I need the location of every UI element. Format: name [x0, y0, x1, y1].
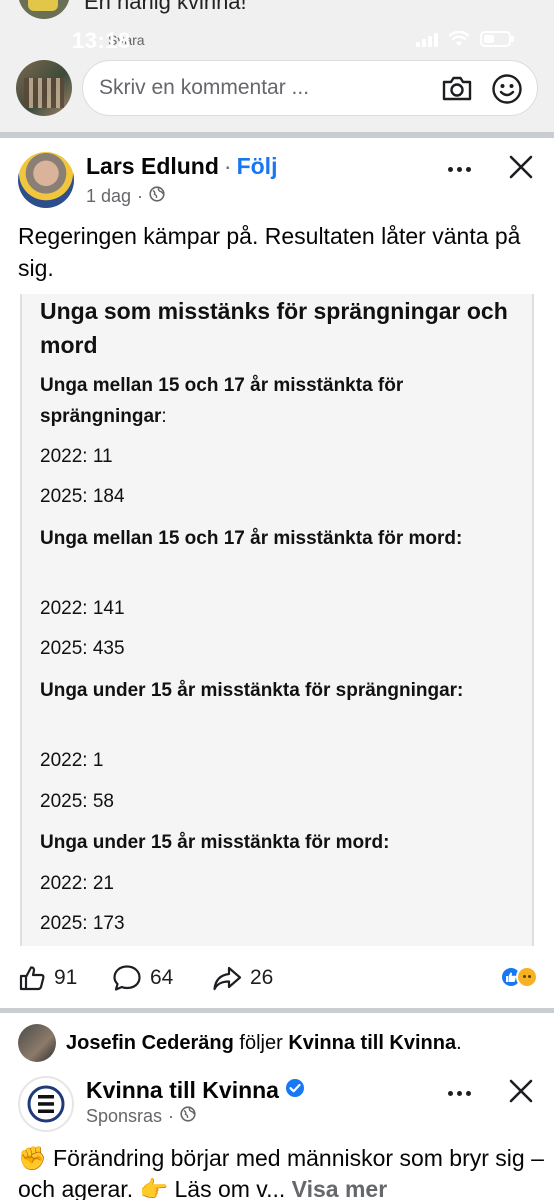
- ad-text: ✊ Förändring börjar med människor som br…: [18, 1143, 548, 1200]
- comment-count: 64: [150, 966, 174, 989]
- friend-activity: Josefin Cederäng följer Kvinna till Kvin…: [18, 1024, 462, 1062]
- shared-article-card[interactable]: Unga som misstänks för sprängningar och …: [0, 294, 554, 946]
- friend-activity-text: Josefin Cederäng följer Kvinna till Kvin…: [66, 1032, 462, 1055]
- article-value: 2022: 141: [40, 598, 125, 619]
- like-icon: [19, 966, 45, 991]
- section-heading-text: Unga mellan 15 och 17 år misstänkta för …: [40, 375, 404, 427]
- previous-comment-avatar[interactable]: [18, 0, 70, 19]
- share-count: 26: [250, 966, 274, 989]
- globe-icon: [149, 186, 165, 207]
- camera-icon[interactable]: [441, 73, 473, 108]
- verified-badge-icon: [285, 1077, 305, 1104]
- globe-icon: [180, 1106, 196, 1127]
- meta-separator: ·: [168, 1106, 175, 1126]
- article-value: 2025: 435: [40, 638, 125, 659]
- status-time: 13:18: [72, 28, 131, 53]
- reaction-bar: 91 64 26: [0, 948, 554, 1010]
- article-value: 2025: 184: [40, 486, 125, 507]
- post-meta: 1 dag ·: [86, 186, 165, 207]
- article-section-heading: Unga mellan 15 och 17 år misstänkta för …: [40, 370, 520, 432]
- comment-bubble-icon: [113, 965, 141, 991]
- org-name[interactable]: Kvinna till Kvinna: [86, 1077, 279, 1104]
- org-logo-icon: [27, 1085, 65, 1123]
- comment-composer: Skriv en kommentar ...: [16, 60, 540, 116]
- article-section-heading: Unga mellan 15 och 17 år misstänkta för …: [40, 523, 520, 554]
- post-options-icon[interactable]: [442, 154, 476, 184]
- follow-button[interactable]: Följ: [237, 153, 278, 180]
- article-value: 2022: 21: [40, 873, 114, 894]
- section-heading-text: Unga mellan 15 och 17 år misstänkta för …: [40, 528, 463, 549]
- status-icons: [416, 30, 516, 48]
- friend-name[interactable]: Josefin Cederäng: [66, 1032, 234, 1054]
- section-heading-text: Unga under 15 år misstänkta för sprängni…: [40, 680, 464, 701]
- cellular-signal-icon: [416, 31, 438, 47]
- battery-icon: [480, 30, 516, 48]
- ad-options-icon[interactable]: [442, 1078, 476, 1108]
- meta-separator: ·: [137, 186, 144, 206]
- article-section-heading: Unga under 15 år misstänkta för mord:: [40, 827, 520, 858]
- like-count: 91: [54, 966, 78, 989]
- wifi-icon: [448, 31, 470, 47]
- share-button[interactable]: 26: [212, 964, 273, 992]
- sponsored-label[interactable]: Sponsras: [86, 1106, 162, 1127]
- previous-comment: En härlig kvinna!: [18, 0, 247, 19]
- emoji-icon[interactable]: [491, 73, 523, 110]
- see-more-link[interactable]: Visa mer: [292, 1176, 387, 1200]
- post-text: Regeringen kämpar på. Resultaten låter v…: [18, 223, 521, 281]
- reaction-summary[interactable]: [500, 966, 538, 988]
- comment-input[interactable]: Skriv en kommentar ...: [82, 60, 538, 116]
- sponsored-meta: Sponsras ·: [86, 1106, 196, 1127]
- close-icon[interactable]: [506, 152, 536, 182]
- ad-body-text: ✊ Förändring börjar med människor som br…: [18, 1145, 544, 1200]
- article-title: Unga som misstänks för sprängningar och …: [40, 298, 508, 358]
- comment-placeholder: Skriv en kommentar ...: [99, 76, 310, 99]
- friend-avatar[interactable]: [18, 1024, 56, 1062]
- top-area: En härlig kvinna! Svara 13:18 Skriv en k…: [0, 0, 554, 132]
- followed-page-name[interactable]: Kvinna till Kvinna: [288, 1032, 456, 1054]
- author-avatar[interactable]: [18, 152, 74, 208]
- close-icon[interactable]: [506, 1076, 536, 1106]
- article-value: 2022: 11: [40, 446, 113, 467]
- friend-text-end: .: [456, 1031, 462, 1054]
- article-content: Unga som misstänks för sprängningar och …: [20, 294, 534, 946]
- separator-dot: ·: [223, 153, 232, 179]
- comment-button[interactable]: 64: [112, 964, 173, 992]
- like-button[interactable]: 91: [18, 964, 77, 992]
- author-row: Lars Edlund · Följ: [86, 153, 277, 180]
- friend-action: följer: [239, 1031, 283, 1054]
- author-name[interactable]: Lars Edlund: [86, 153, 219, 180]
- my-avatar[interactable]: [16, 60, 72, 116]
- org-name-row: Kvinna till Kvinna: [86, 1077, 305, 1104]
- previous-comment-text: En härlig kvinna!: [84, 0, 247, 14]
- share-icon: [213, 966, 242, 991]
- feed-divider: [0, 132, 554, 138]
- article-value: 2022: 1: [40, 750, 104, 771]
- feed-divider: [0, 1008, 554, 1013]
- article-value: 2025: 58: [40, 791, 114, 812]
- org-logo[interactable]: [18, 1076, 74, 1132]
- sad-reaction-icon: [516, 966, 538, 988]
- article-section-heading: Unga under 15 år misstänkta för sprängni…: [40, 675, 520, 706]
- section-heading-colon: :: [161, 406, 167, 427]
- section-heading-text: Unga under 15 år misstänkta för mord:: [40, 832, 390, 853]
- article-value: 2025: 173: [40, 913, 125, 934]
- post-time[interactable]: 1 dag: [86, 186, 131, 207]
